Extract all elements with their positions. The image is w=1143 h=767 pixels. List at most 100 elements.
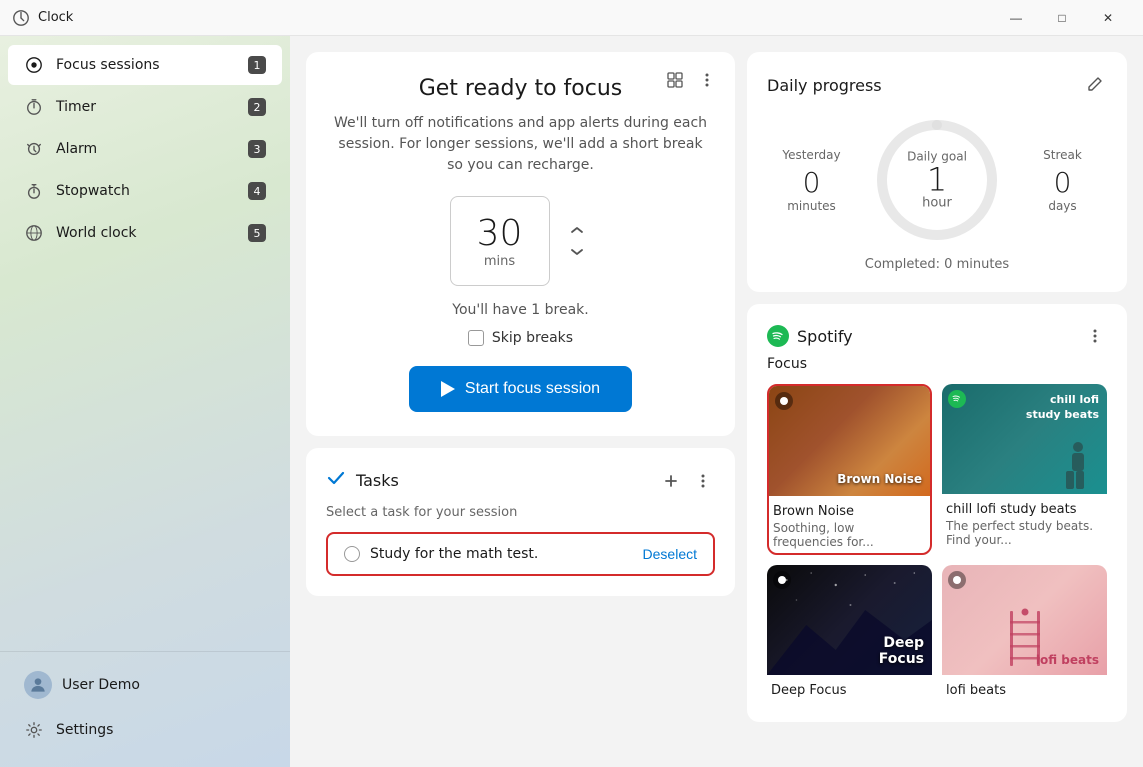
spotify-section-label: Focus xyxy=(767,356,1107,372)
focus-sessions-icon xyxy=(24,55,44,75)
lofi-beats-text: lofi beats xyxy=(1036,653,1099,667)
streak-value: 0 xyxy=(1043,166,1082,199)
tasks-header: Tasks xyxy=(326,468,715,493)
task-left: Study for the math test. xyxy=(344,546,538,562)
streak-stat: Streak 0 days xyxy=(1043,148,1082,213)
app-body: Focus sessions 1 Timer 2 A xyxy=(0,36,1143,767)
lofi-beats-info: lofi beats xyxy=(942,675,1107,702)
streak-label: Streak xyxy=(1043,148,1082,162)
skip-breaks-row: Skip breaks xyxy=(330,330,711,346)
deep-focus-thumb: DeepFocus xyxy=(767,565,932,675)
stopwatch-label: Stopwatch xyxy=(56,183,248,199)
app-icon xyxy=(12,9,30,27)
compact-view-button[interactable] xyxy=(663,68,687,92)
play-icon xyxy=(441,381,455,397)
completed-label: Completed: 0 minutes xyxy=(767,257,1107,272)
task-item: Study for the math test. Deselect xyxy=(326,532,715,576)
sidebar-item-focus-sessions[interactable]: Focus sessions 1 xyxy=(8,45,282,85)
spotify-name: Spotify xyxy=(797,327,853,346)
timer-label: Timer xyxy=(56,99,248,115)
focus-card-actions xyxy=(663,68,719,92)
deep-focus-info: Deep Focus xyxy=(767,675,932,702)
world-clock-label: World clock xyxy=(56,225,248,241)
sidebar-item-timer[interactable]: Timer 2 xyxy=(8,87,282,127)
titlebar: Clock — □ ✕ xyxy=(0,0,1143,36)
alarm-label: Alarm xyxy=(56,141,248,157)
sidebar-item-stopwatch[interactable]: Stopwatch 4 xyxy=(8,171,282,211)
chill-lofi-title: chill lofi study beats xyxy=(946,502,1103,517)
progress-ring: Daily goal 1 hour xyxy=(872,115,1002,245)
tasks-title: Tasks xyxy=(356,471,659,490)
spotify-logo: Spotify xyxy=(767,325,853,347)
more-options-button[interactable] xyxy=(695,68,719,92)
brown-noise-info: Brown Noise Soothing, low frequencies fo… xyxy=(769,496,930,553)
sidebar-bottom: User Demo Settings xyxy=(0,651,290,759)
skip-breaks-label: Skip breaks xyxy=(492,330,573,346)
deep-focus-title: Deep Focus xyxy=(771,683,928,698)
maximize-button[interactable]: □ xyxy=(1039,0,1085,36)
focus-title: Get ready to focus xyxy=(330,76,711,101)
focus-subtitle: We'll turn off notifications and app ale… xyxy=(330,113,711,176)
yesterday-label: Yesterday xyxy=(782,148,840,162)
yesterday-unit: minutes xyxy=(782,199,840,213)
window-controls: — □ ✕ xyxy=(993,0,1131,36)
sidebar-item-alarm[interactable]: Alarm 3 xyxy=(8,129,282,169)
brown-noise-title: Brown Noise xyxy=(773,504,926,519)
spotify-item-deep-focus[interactable]: DeepFocus Deep Focus xyxy=(767,565,932,702)
tasks-card: Tasks xyxy=(306,448,735,596)
time-value: 30 xyxy=(475,213,525,254)
task-text: Study for the math test. xyxy=(370,546,538,562)
time-display: 30 mins xyxy=(450,196,592,286)
task-radio[interactable] xyxy=(344,546,360,562)
spotify-item-lofi-beats[interactable]: lofi beats lofi beats xyxy=(942,565,1107,702)
focus-card: Get ready to focus We'll turn off notifi… xyxy=(306,52,735,436)
time-increase-button[interactable] xyxy=(562,221,592,239)
right-panel: Daily progress Yesterday 0 minutes xyxy=(747,52,1127,751)
focus-sessions-badge: 1 xyxy=(248,56,266,74)
lofi-beats-thumb: lofi beats xyxy=(942,565,1107,675)
yesterday-stat: Yesterday 0 minutes xyxy=(782,148,840,213)
spotify-icon xyxy=(767,325,789,347)
progress-content: Yesterday 0 minutes Daily goal 1 xyxy=(767,115,1107,245)
start-focus-session-button[interactable]: Start focus session xyxy=(409,366,632,412)
tasks-actions xyxy=(659,469,715,493)
timer-badge: 2 xyxy=(248,98,266,116)
chill-lofi-text: chill lofistudy beats xyxy=(1026,392,1099,423)
user-profile[interactable]: User Demo xyxy=(8,661,282,709)
brown-noise-thumb-text: Brown Noise xyxy=(837,472,922,488)
timer-icon xyxy=(24,97,44,117)
tasks-more-button[interactable] xyxy=(691,469,715,493)
alarm-icon xyxy=(24,139,44,159)
time-decrease-button[interactable] xyxy=(562,243,592,261)
progress-header: Daily progress xyxy=(767,72,1107,99)
lofi-beats-title: lofi beats xyxy=(946,683,1103,698)
skip-breaks-checkbox[interactable] xyxy=(468,330,484,346)
time-unit: mins xyxy=(475,254,525,269)
focus-sessions-label: Focus sessions xyxy=(56,57,248,73)
alarm-badge: 3 xyxy=(248,140,266,158)
spotify-header: Spotify xyxy=(767,324,1107,348)
world-clock-badge: 5 xyxy=(248,224,266,242)
world-clock-icon xyxy=(24,223,44,243)
minimize-button[interactable]: — xyxy=(993,0,1039,36)
sidebar: Focus sessions 1 Timer 2 A xyxy=(0,36,290,767)
spotify-item-chill-lofi[interactable]: chill lofistudy beats chill lofi study b… xyxy=(942,384,1107,555)
settings-item[interactable]: Settings xyxy=(8,710,282,750)
add-task-button[interactable] xyxy=(659,469,683,493)
brown-noise-desc: Soothing, low frequencies for... xyxy=(773,521,926,549)
spotify-item-brown-noise[interactable]: Brown Noise Brown Noise Soothing, low fr… xyxy=(767,384,932,555)
app-title: Clock xyxy=(38,10,993,25)
badge-dot-3 xyxy=(953,576,961,584)
spotify-card: Spotify Focus xyxy=(747,304,1127,722)
edit-progress-button[interactable] xyxy=(1083,72,1107,99)
chill-lofi-desc: The perfect study beats. Find your... xyxy=(946,519,1103,547)
start-label: Start focus session xyxy=(465,380,600,398)
sidebar-item-world-clock[interactable]: World clock 5 xyxy=(8,213,282,253)
settings-icon xyxy=(24,720,44,740)
badge-dot xyxy=(780,397,788,405)
spotify-more-button[interactable] xyxy=(1083,324,1107,348)
deselect-button[interactable]: Deselect xyxy=(643,546,697,562)
main-content: Get ready to focus We'll turn off notifi… xyxy=(290,36,1143,767)
ring-center: Daily goal 1 hour xyxy=(907,150,967,211)
close-button[interactable]: ✕ xyxy=(1085,0,1131,36)
